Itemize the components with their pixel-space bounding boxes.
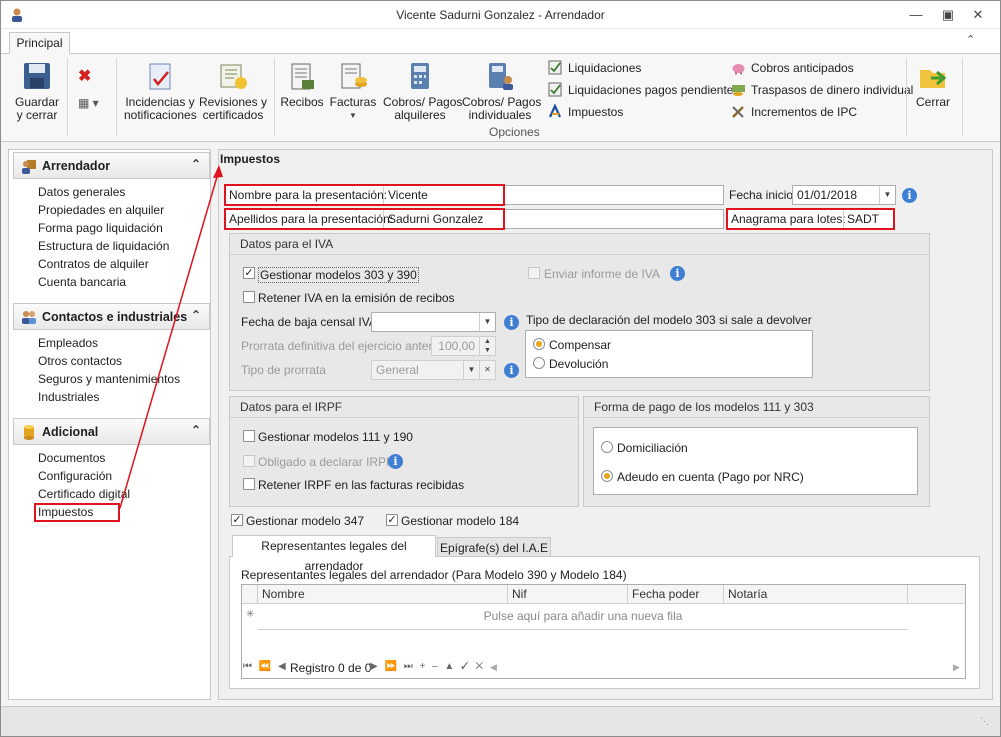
- resize-grip-icon[interactable]: ⋱: [980, 716, 989, 727]
- tab-representantes[interactable]: Representantes legales del arrendador: [232, 535, 436, 573]
- status-bar: [1, 706, 1000, 736]
- tab-principal[interactable]: Principal: [9, 32, 70, 54]
- annotation-arrow: [119, 165, 223, 509]
